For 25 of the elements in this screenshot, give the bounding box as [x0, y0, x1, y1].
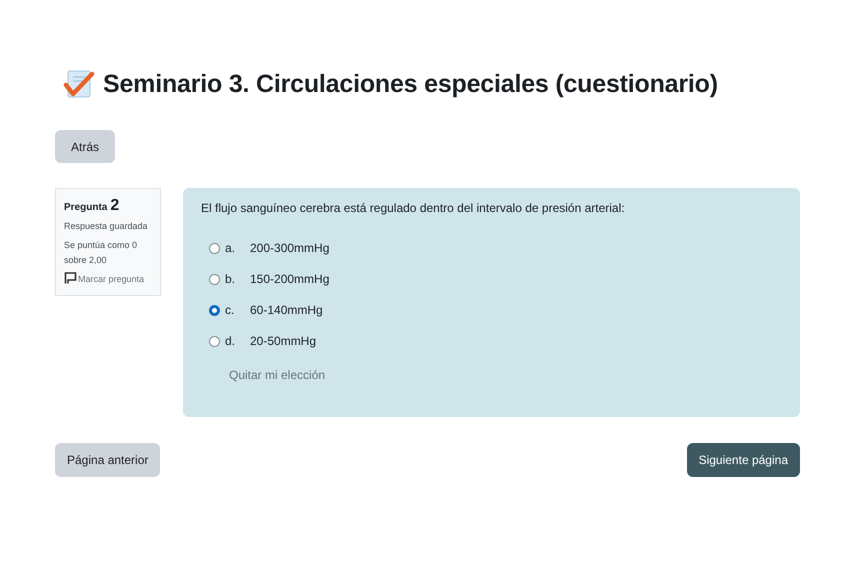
option-text[interactable]: 60-140mmHg	[250, 303, 323, 317]
option-letter: c.	[225, 303, 236, 317]
answer-status: Respuesta guardada	[64, 220, 149, 233]
radio-button[interactable]	[209, 304, 220, 316]
next-page-button[interactable]: Siguiente página	[686, 443, 800, 477]
grade-text: Se puntúa como 0 sobre 2,00	[64, 239, 138, 267]
radio-button[interactable]	[209, 274, 220, 284]
option-text[interactable]: 20-50mmHg	[250, 334, 316, 348]
option-letter: a.	[225, 241, 236, 255]
flag-link[interactable]: Marcar pregunta	[64, 272, 150, 287]
option-letter: d.	[225, 334, 236, 348]
page-title: Seminario 3. Circulaciones especiales (cuestionario)	[103, 70, 718, 98]
clear-choice-link[interactable]: Quitar mi elección	[229, 368, 782, 382]
option-letter: b.	[225, 272, 236, 286]
option-text[interactable]: 150-200mmHg	[250, 272, 330, 286]
back-button[interactable]: Atrás	[55, 130, 115, 163]
previous-page-button[interactable]: Página anterior	[55, 443, 160, 477]
question-text: El flujo sanguíneo cerebra está regulado dentro del intervalo de presión arterial:	[201, 201, 626, 215]
question-label: Pregunta	[64, 202, 108, 213]
radio-button[interactable]	[209, 242, 220, 254]
flag-icon	[64, 272, 77, 284]
option-text[interactable]: 200-300mmHg	[250, 241, 330, 255]
checklist-icon	[63, 68, 95, 100]
radio-button[interactable]	[209, 336, 220, 346]
question-number: 2	[110, 197, 120, 215]
